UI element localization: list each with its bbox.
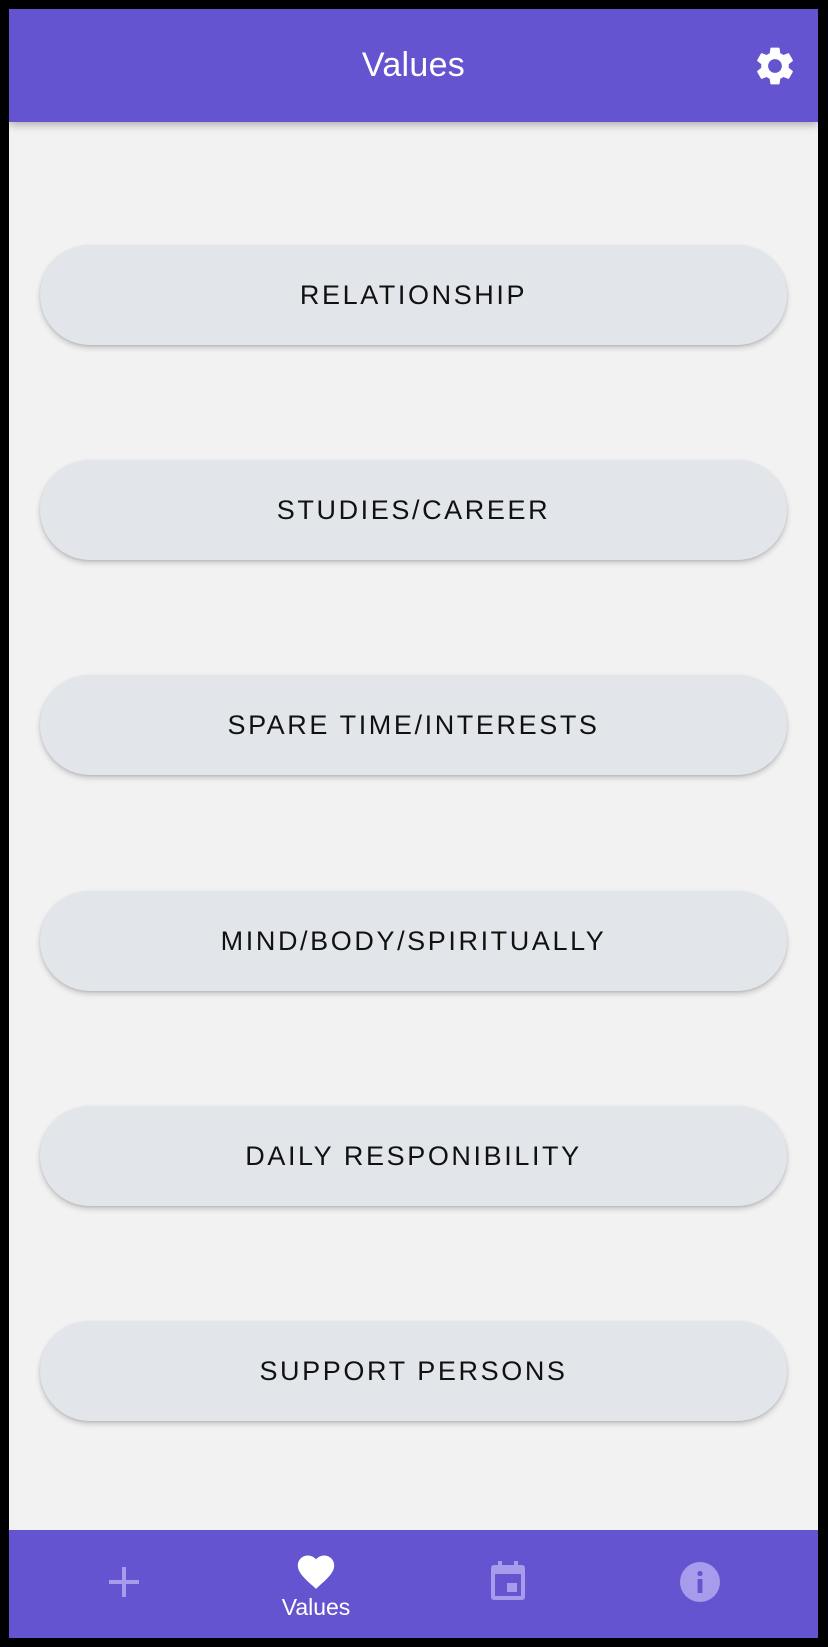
nav-item-values[interactable]: Values (221, 1530, 411, 1638)
page-title: Values (361, 46, 466, 84)
nav-label-values: Values (281, 1594, 351, 1620)
gear-icon (752, 43, 798, 89)
plus-icon (104, 1562, 144, 1602)
heart-icon (294, 1550, 338, 1590)
value-button-spare-time-interests[interactable]: SPARE TIME/INTERESTS (40, 675, 787, 775)
app-bar: Values (9, 9, 818, 122)
nav-item-calendar[interactable] (413, 1530, 603, 1638)
value-button-daily-responibility[interactable]: DAILY RESPONIBILITY (40, 1106, 787, 1206)
nav-item-info[interactable] (605, 1530, 795, 1638)
value-button-relationship[interactable]: RELATIONSHIP (40, 245, 787, 345)
values-list: RELATIONSHIP STUDIES/CAREER SPARE TIME/I… (9, 122, 818, 1540)
bottom-navigation: Values (9, 1530, 818, 1638)
value-button-support-persons[interactable]: SUPPORT PERSONS (40, 1321, 787, 1421)
app-screen: Values RELATIONSHIP STUDIES/CAREER SPARE… (9, 9, 818, 1638)
settings-button[interactable] (752, 43, 798, 89)
info-icon (679, 1561, 721, 1603)
value-button-mind-body-spiritually[interactable]: MIND/BODY/SPIRITUALLY (40, 891, 787, 991)
value-button-studies-career[interactable]: STUDIES/CAREER (40, 460, 787, 560)
nav-item-add[interactable] (29, 1530, 219, 1638)
calendar-icon (488, 1560, 528, 1602)
